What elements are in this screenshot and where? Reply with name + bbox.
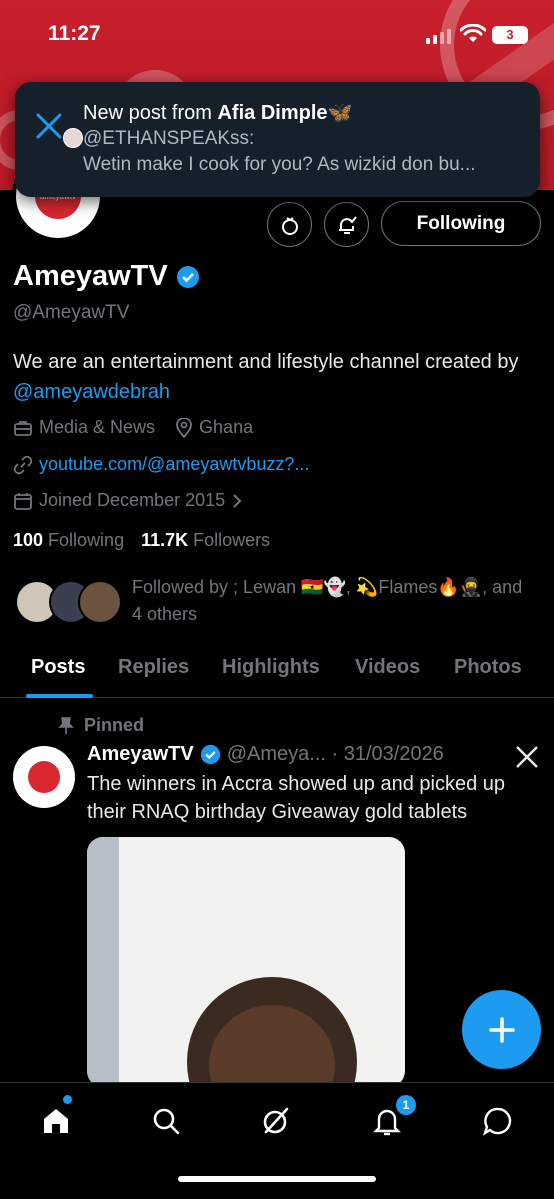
grok-icon [281, 216, 298, 235]
nav-grok[interactable] [258, 1103, 294, 1139]
profile-tabs: Posts Replies Highlights Videos Photos [0, 644, 554, 698]
message-icon [482, 1107, 512, 1136]
tab-replies[interactable]: Replies [118, 656, 189, 679]
post-avatar[interactable] [13, 746, 75, 808]
calendar-icon [14, 492, 32, 510]
profile-location: Ghana [199, 417, 254, 437]
pin-icon [58, 716, 74, 734]
status-time: 11:27 [48, 22, 101, 45]
notification-line1: @ETHANSPEAKss: [83, 128, 255, 149]
profile-website-row: youtube.com/@ameyawtvbuzz?... [13, 454, 309, 475]
profile-category: Media & News [39, 417, 156, 437]
bio-mention-link[interactable]: @ameyawdebrah [13, 381, 170, 403]
sender-avatar [63, 128, 83, 148]
profile-name: AmeyawTV [13, 260, 168, 292]
status-bar: 11:27 3 [0, 0, 554, 70]
home-indicator [178, 1176, 376, 1182]
followed-by-text[interactable]: Followed by ; Lewan 🇬🇭👻, 💫Flames🔥🥷, and … [132, 574, 532, 628]
profile-meta-row: Media & News Ghana [13, 417, 253, 438]
home-unread-dot [63, 1095, 72, 1104]
signal-icon [426, 29, 451, 44]
tab-posts[interactable]: Posts [31, 656, 85, 679]
follower-avatar [78, 580, 122, 624]
tab-photos[interactable]: Photos [454, 656, 522, 679]
push-notification[interactable]: New post from Afia Dimple🦋 @ETHANSPEAKss… [15, 82, 540, 197]
x-logo-icon [36, 113, 62, 139]
tab-highlights[interactable]: Highlights [222, 656, 320, 679]
tab-videos[interactable]: Videos [355, 656, 420, 679]
bell-check-icon [338, 215, 357, 234]
post-author-name[interactable]: AmeyawTV [87, 743, 194, 766]
notifications-badge: 1 [396, 1095, 416, 1115]
briefcase-icon [14, 420, 32, 436]
x-logo-icon [516, 746, 538, 768]
chevron-right-icon [233, 493, 242, 508]
profile-name-row: AmeyawTV [13, 260, 200, 293]
location-pin-icon [176, 417, 192, 438]
notify-bell-button[interactable] [324, 202, 369, 247]
following-button[interactable]: Following [381, 201, 541, 246]
post-image[interactable] [87, 837, 405, 1087]
following-count-link[interactable]: 100 Following [13, 530, 124, 550]
grok-button[interactable] [267, 202, 312, 247]
profile-handle: @AmeyawTV [13, 302, 130, 323]
profile-bio: We are an entertainment and lifestyle ch… [13, 351, 519, 403]
pinned-label: Pinned [84, 715, 145, 735]
verified-badge-icon [200, 744, 220, 765]
home-icon [44, 1109, 68, 1133]
compose-button[interactable] [462, 990, 541, 1069]
profile-joined-row[interactable]: Joined December 2015 [13, 490, 243, 511]
notification-sender: Afia Dimple [217, 102, 328, 124]
verified-badge-icon[interactable] [176, 265, 200, 289]
wifi-icon [460, 24, 486, 42]
nav-home[interactable] [38, 1103, 74, 1139]
nav-search[interactable] [148, 1103, 184, 1139]
followers-count-link[interactable]: 11.7K Followers [141, 530, 270, 550]
profile-website-link[interactable]: youtube.com/@ameyawtvbuzz?... [39, 454, 309, 475]
profile-joined: Joined December 2015 [39, 490, 226, 510]
grok-icon [263, 1107, 289, 1134]
notification-title: New post from Afia Dimple🦋 [83, 102, 353, 124]
pinned-label-row: Pinned [58, 715, 144, 736]
nav-messages[interactable] [480, 1103, 516, 1139]
link-icon [13, 455, 33, 474]
plus-icon [488, 1016, 515, 1043]
search-icon [153, 1108, 180, 1135]
battery-icon: 3 [492, 26, 528, 44]
active-tab-indicator [26, 694, 93, 698]
post-handle-date: @Ameya... · 31/03/2026 [226, 743, 444, 765]
follow-counts: 100 Following 11.7K Followers [13, 530, 270, 551]
notification-line2: Wetin make I cook for you? As wizkid don… [83, 154, 476, 175]
post-header: AmeyawTV @Ameya... · 31/03/2026 [87, 743, 444, 766]
post-text: The winners in Accra showed up and picke… [87, 773, 506, 823]
